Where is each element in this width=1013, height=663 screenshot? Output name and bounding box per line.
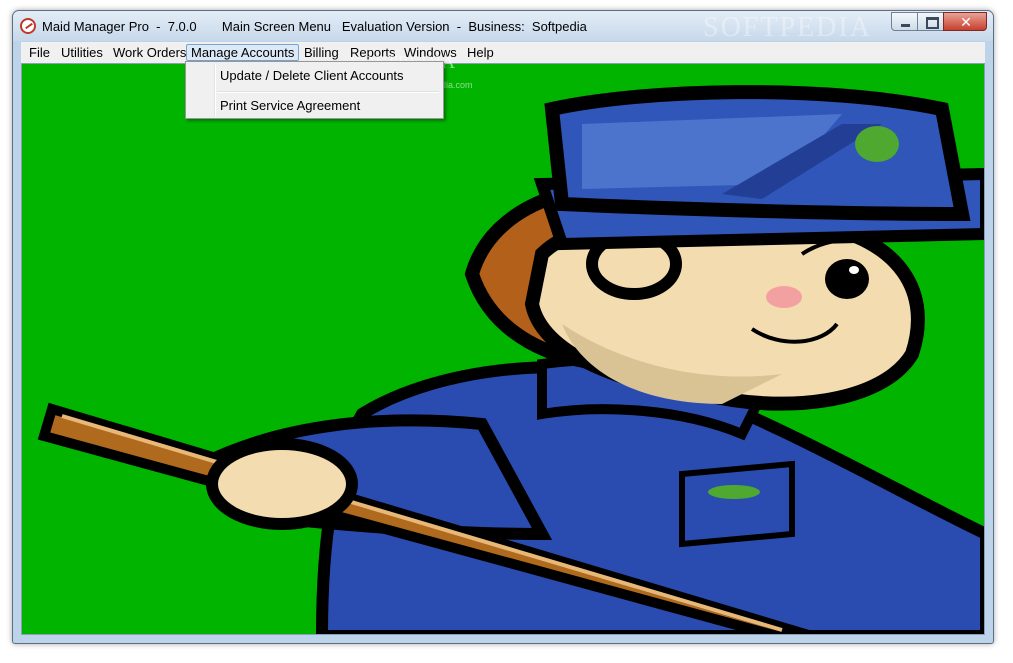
- menu-utilities[interactable]: Utilities: [57, 44, 107, 61]
- app-icon[interactable]: [20, 18, 36, 34]
- pocket-badge: [708, 485, 760, 499]
- minimize-icon: [901, 24, 910, 27]
- menu-separator: [217, 91, 439, 93]
- title-bar[interactable]: Maid Manager Pro - 7.0.0 Main Screen Men…: [13, 11, 993, 43]
- window-title: Maid Manager Pro - 7.0.0 Main Screen Men…: [42, 19, 587, 34]
- menu-gutter: [214, 64, 216, 116]
- menu-item-update-delete-client-accounts[interactable]: Update / Delete Client Accounts: [220, 68, 404, 83]
- menu-manage-accounts[interactable]: Manage Accounts: [186, 44, 300, 61]
- close-button[interactable]: ✕: [943, 12, 987, 31]
- menu-item-print-service-agreement[interactable]: Print Service Agreement: [220, 98, 360, 113]
- close-icon: ✕: [960, 14, 972, 30]
- menu-work-orders[interactable]: Work Orders: [109, 44, 190, 61]
- eye: [825, 259, 869, 299]
- hat-badge: [855, 126, 899, 162]
- manage-accounts-dropdown: Update / Delete Client Accounts Print Se…: [185, 61, 444, 119]
- menu-bar: File Utilities Work Orders Manage Accoun…: [21, 42, 985, 64]
- menu-file[interactable]: File: [25, 44, 54, 61]
- eye-highlight: [849, 266, 859, 274]
- caption-buttons: ✕: [891, 12, 987, 32]
- nose: [766, 286, 802, 308]
- title-watermark: SOFTPEDIA: [703, 12, 872, 43]
- app-window: Maid Manager Pro - 7.0.0 Main Screen Men…: [12, 10, 994, 644]
- maximize-button[interactable]: [917, 12, 944, 31]
- hand: [206, 438, 358, 530]
- maid-illustration: [22, 64, 984, 634]
- menu-billing[interactable]: Billing: [300, 44, 343, 61]
- maximize-icon: [926, 17, 939, 29]
- main-client-area: [21, 63, 985, 635]
- minimize-button[interactable]: [891, 12, 918, 31]
- menu-help[interactable]: Help: [463, 44, 498, 61]
